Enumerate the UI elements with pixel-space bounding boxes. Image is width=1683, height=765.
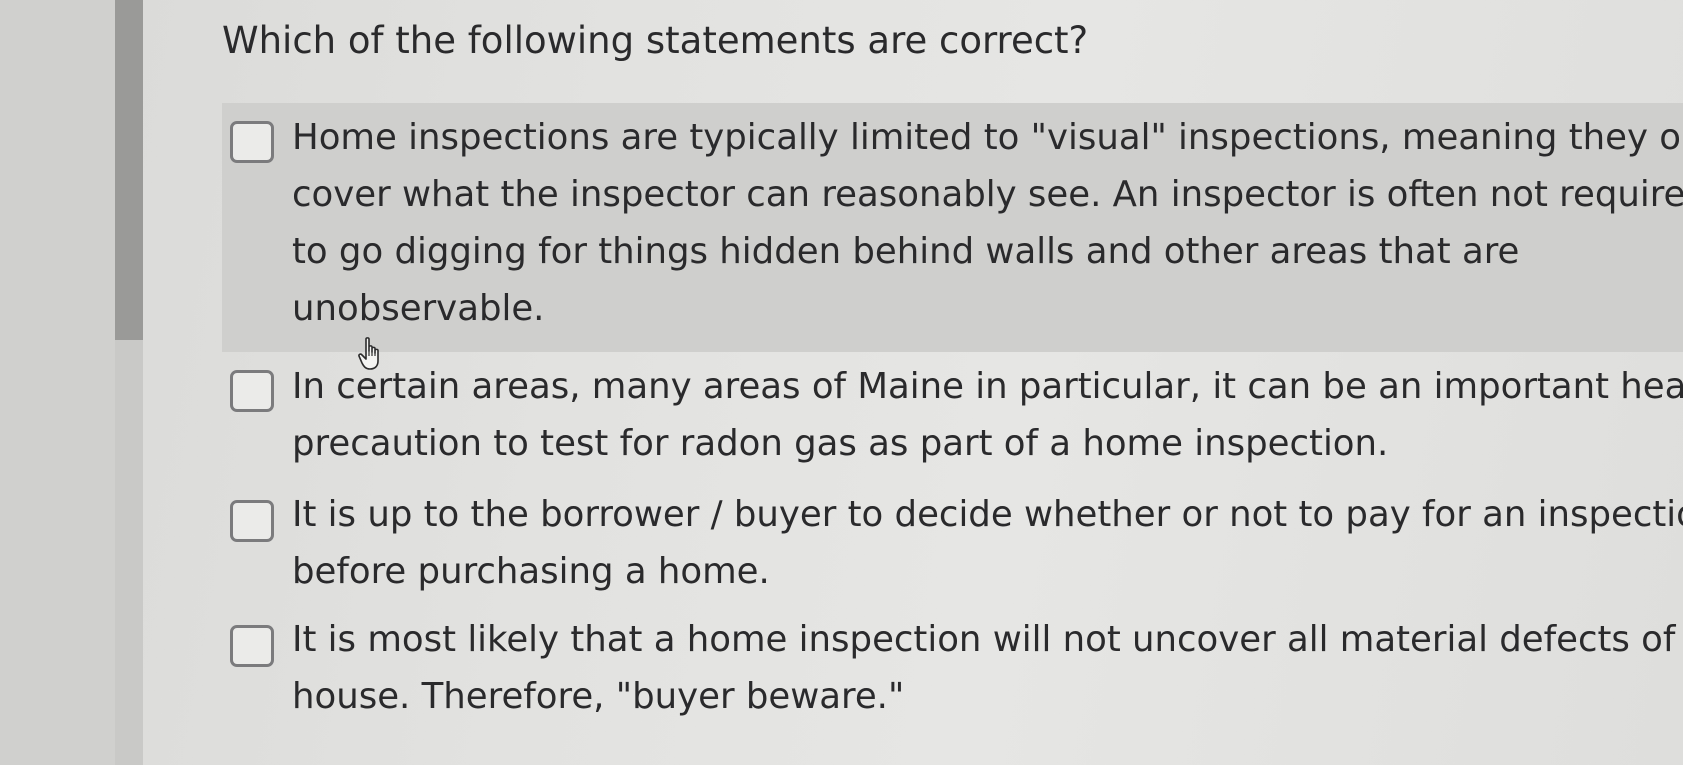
answer-option-2[interactable]: In certain areas, many areas of Maine in… xyxy=(222,352,1683,482)
option-text-line: cover what the inspector can reasonably … xyxy=(292,174,1683,215)
option-text-line: It is most likely that a home inspection… xyxy=(292,619,1683,660)
answer-option-3[interactable]: It is up to the borrower / buyer to deci… xyxy=(222,482,1683,607)
checkbox[interactable] xyxy=(230,625,274,667)
checkbox[interactable] xyxy=(230,121,274,163)
checkbox[interactable] xyxy=(230,500,274,542)
option-text: Home inspections are typically limited t… xyxy=(292,109,1683,337)
scrollbar-thumb[interactable] xyxy=(115,0,143,340)
left-margin xyxy=(0,0,115,765)
answer-options: Home inspections are typically limited t… xyxy=(222,0,1683,765)
option-text-line: before purchasing a home. xyxy=(292,551,770,592)
option-text: It is most likely that a home inspection… xyxy=(292,611,1683,725)
option-text-line: Home inspections are typically limited t… xyxy=(292,117,1683,158)
option-text: It is up to the borrower / buyer to deci… xyxy=(292,486,1683,600)
answer-option-1[interactable]: Home inspections are typically limited t… xyxy=(222,103,1683,352)
answer-option-4[interactable]: It is most likely that a home inspection… xyxy=(222,607,1683,747)
option-text: In certain areas, many areas of Maine in… xyxy=(292,358,1683,472)
option-text-line: to go digging for things hidden behind w… xyxy=(292,231,1520,272)
option-text-line: In certain areas, many areas of Maine in… xyxy=(292,366,1683,407)
option-text-line: precaution to test for radon gas as part… xyxy=(292,423,1389,464)
option-text-line: It is up to the borrower / buyer to deci… xyxy=(292,494,1683,535)
checkbox[interactable] xyxy=(230,370,274,412)
hand-pointer-icon xyxy=(358,337,379,370)
option-text-line: house. Therefore, "buyer beware." xyxy=(292,676,905,717)
option-text-line: unobservable. xyxy=(292,288,545,329)
